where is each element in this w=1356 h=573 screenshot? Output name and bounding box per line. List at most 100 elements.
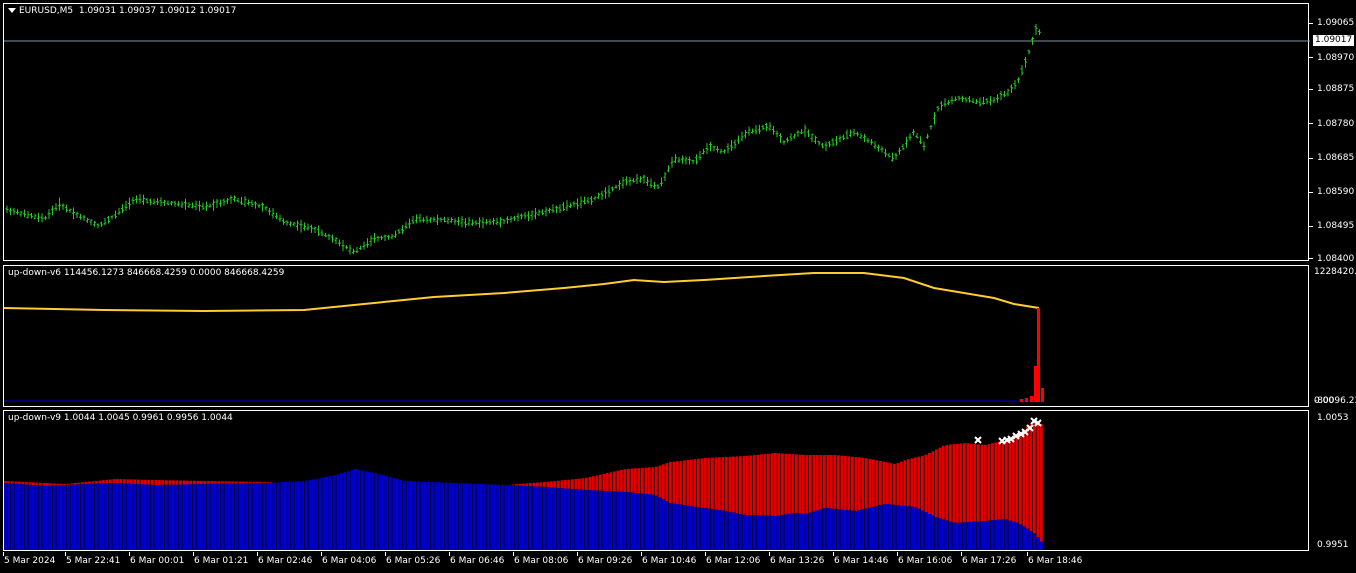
v9-lower-bar [819,509,823,550]
v9-lower-bar [497,484,501,550]
price-bar [803,124,807,138]
v9-upper-bar [788,453,791,514]
price-bar [565,200,569,211]
dropdown-triangle-icon[interactable] [8,8,16,13]
v9-lower-bar [256,483,259,550]
v9-lower-bar [116,483,119,550]
v9-lower-bar [714,509,718,550]
price-axis-tick [1309,192,1313,193]
v9-lower-bar [854,510,858,550]
v9-lower-bar [84,483,88,550]
v9-upper-bar [935,449,938,518]
price-bar [957,95,961,101]
price-bar [446,217,450,225]
v9-upper-bar [620,469,623,492]
v9-upper-bar [95,480,98,484]
indicator-v9-pane[interactable]: up-down-v9 1.0044 1.0045 0.9961 0.9956 1… [3,410,1309,551]
price-bar [306,223,310,231]
time-axis-label: 6 Mar 10:46 [642,556,697,566]
v9-lower-bar [616,491,620,550]
v9-lower-bar [459,483,462,550]
v9-lower-bar [95,483,98,550]
v9-lower-bar [147,484,151,550]
v9-upper-bar [77,482,81,485]
price-bar [114,210,117,219]
v9-lower-bar [413,481,417,550]
price-bar [404,222,408,230]
price-bar [215,198,219,208]
price-bar [702,148,705,155]
v9-lower-bar [648,494,651,550]
v9-lower-bar [98,483,102,550]
v9-lower-bar [945,520,949,550]
price-bar [135,195,138,204]
v9-lower-bar [889,504,893,550]
v9-lower-bar [686,505,690,550]
indicator-v6-pane[interactable]: up-down-v6 114456.1273 846668.4259 0.000… [3,265,1309,407]
v9-lower-bar [613,491,616,550]
v9-upper-bar [105,479,109,484]
v9-lower-bar [830,508,833,550]
price-bar [527,211,530,222]
v9-upper-bar [4,481,7,483]
price-bar [397,228,401,235]
v9-lower-bar [728,511,732,550]
v9-upper-bar [123,479,126,484]
v9-lower-bar [231,483,235,550]
v9-upper-bar [1040,424,1043,542]
price-bar [667,165,670,173]
price-bar [296,220,299,231]
v9-lower-bar [826,508,830,550]
time-axis-label: 6 Mar 12:06 [706,556,761,566]
price-bar [523,212,527,220]
v9-lower-bar [732,512,735,550]
v9-upper-bar [732,456,735,513]
price-bar [271,208,275,219]
v9-lower-bar [424,481,427,550]
price-bar [152,198,156,205]
price-bar [33,213,37,220]
price-bar [747,126,751,136]
price-bar [891,152,894,162]
price-bar [800,129,803,134]
v9-upper-bar [914,457,917,507]
v9-upper-bar [658,465,662,498]
price-bar [733,139,737,149]
v9-upper-bar [599,474,602,491]
v9-lower-bar [266,482,270,550]
v9-lower-bar [658,497,662,550]
price-chart-pane[interactable]: EURUSD,M5 1.09031 1.09037 1.09012 1.0901… [3,3,1310,261]
v9-lower-bar [536,486,539,550]
v9-lower-bar [546,487,550,550]
v9-lower-bar [697,507,700,550]
price-bar [79,213,82,220]
price-bar [866,137,870,144]
price-bar [369,235,373,247]
price-bar [222,198,226,206]
v9-lower-bar [781,514,784,550]
v9-lower-bar [308,480,312,550]
v9-lower-bar [693,506,697,550]
v9-upper-bar [270,482,273,483]
price-bar [572,201,576,207]
v9-upper-bar [931,451,935,516]
v9-lower-bar [214,483,217,550]
price-bar [723,149,726,154]
price-bar [705,143,709,155]
price-bar [908,133,912,141]
price-bar [831,138,835,147]
v9-lower-bar [921,510,924,550]
v9-lower-bar [18,484,21,550]
price-bar [740,131,744,142]
v9-lower-bar [263,483,266,550]
price-bar [569,202,572,209]
price-bar [793,133,796,139]
v9-upper-bar [683,460,686,506]
price-bar [292,222,296,227]
v9-lower-bar [140,484,144,550]
v9-lower-bar [67,484,70,550]
v9-lower-bar [4,483,7,550]
v9-upper-bar [879,461,882,506]
v9-lower-bar [74,484,77,550]
price-bar [838,135,842,143]
